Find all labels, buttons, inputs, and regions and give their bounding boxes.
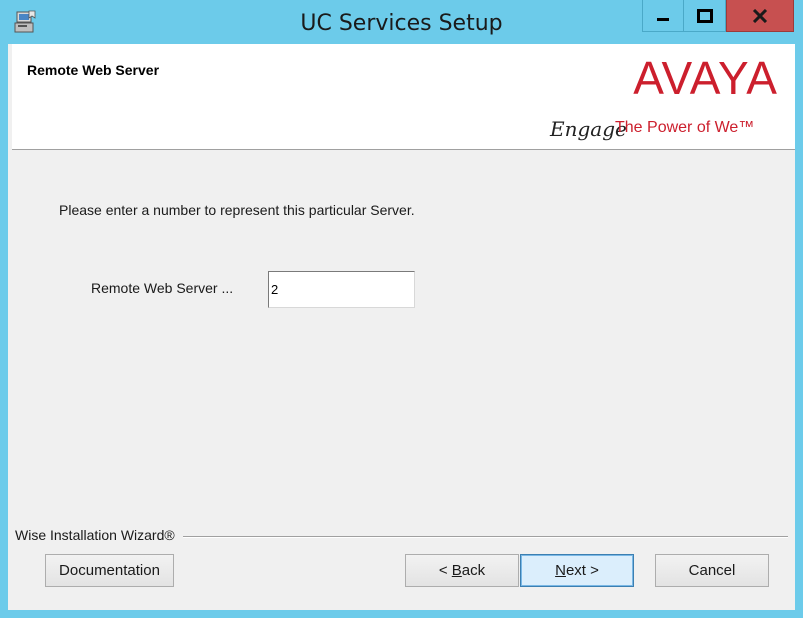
instruction-text: Please enter a number to represent this …: [59, 202, 415, 218]
close-button[interactable]: [726, 0, 794, 32]
server-number-input[interactable]: [268, 271, 415, 308]
page-title: Remote Web Server: [27, 62, 160, 78]
svg-text:The Power of We™: The Power of We™: [615, 119, 754, 136]
header-banner: Remote Web Server AVAYA Engage The Power…: [12, 44, 795, 150]
next-rest: ext >: [565, 562, 599, 579]
wizard-brand: Wise Installation Wizard®: [15, 527, 183, 543]
minimize-button[interactable]: [642, 0, 684, 32]
dialog-body: Remote Web Server AVAYA Engage The Power…: [8, 44, 795, 610]
maximize-button[interactable]: [684, 0, 726, 32]
back-mnemonic: B: [451, 562, 462, 579]
back-prefix: <: [438, 562, 452, 579]
back-rest: ack: [461, 562, 486, 579]
close-icon: [752, 8, 768, 23]
maximize-icon: [696, 8, 713, 23]
documentation-button[interactable]: Documentation: [45, 554, 174, 587]
next-mnemonic: N: [555, 562, 566, 579]
cancel-button[interactable]: Cancel: [655, 554, 769, 587]
title-bar[interactable]: UC Services Setup: [0, 0, 803, 44]
server-number-label: Remote Web Server ...: [91, 280, 234, 296]
next-button[interactable]: Next >: [520, 554, 634, 587]
minimize-icon: [657, 17, 669, 21]
avaya-logo: AVAYA Engage The Power of We™: [549, 52, 778, 141]
back-button[interactable]: < Back: [405, 554, 519, 587]
setup-window: UC Services Setup Remote Web Server AVAY…: [0, 0, 803, 618]
svg-text:AVAYA: AVAYA: [633, 52, 778, 104]
